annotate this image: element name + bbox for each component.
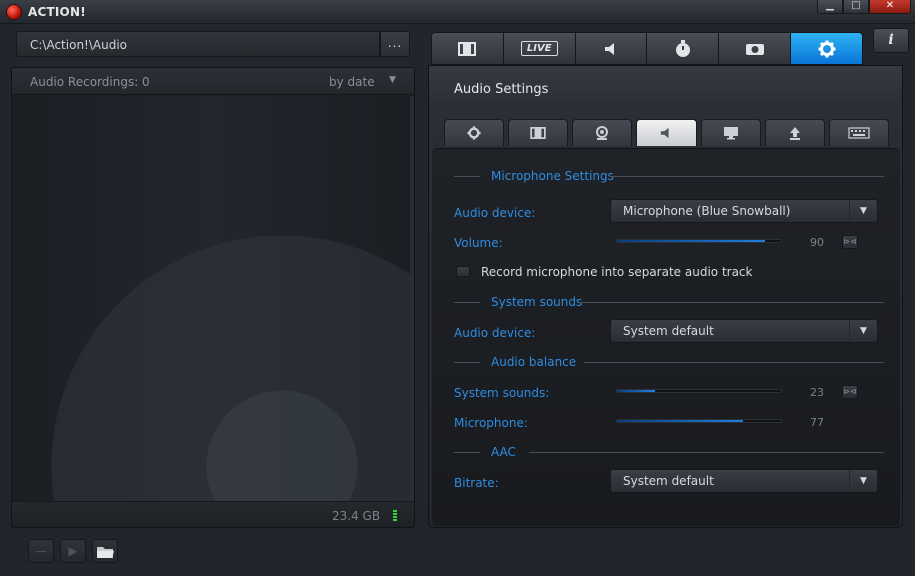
settings-panel: Audio Settings Microphone Settings Audio…: [428, 65, 903, 528]
subtab-video[interactable]: [508, 119, 569, 146]
sort-dropdown[interactable]: by date: [329, 75, 375, 89]
subtab-hotkeys[interactable]: [828, 119, 889, 146]
divider: [579, 302, 884, 303]
balance-system-fill: [617, 390, 655, 392]
recordings-scrollbar[interactable]: [410, 96, 414, 501]
title-bar: ACTION! ▁ □ ✕: [0, 0, 915, 24]
section-title: Microphone Settings: [491, 169, 614, 183]
tab-audio[interactable]: [575, 32, 648, 65]
mic-device-label: Audio device:: [454, 206, 536, 220]
gear-icon: [467, 126, 481, 140]
chevron-down-icon: ▼: [849, 200, 877, 222]
divider: [454, 452, 480, 453]
mic-device-select[interactable]: Microphone (Blue Snowball) ▼: [610, 199, 878, 223]
microphone-section-header: Microphone Settings: [454, 169, 884, 183]
upload-icon: [789, 127, 800, 140]
tab-screenshot[interactable]: [719, 32, 792, 65]
bitrate-select[interactable]: System default ▼: [610, 469, 878, 493]
subtab-display[interactable]: [700, 119, 761, 146]
volume-label: Volume:: [454, 236, 503, 250]
gear-icon: [818, 40, 836, 57]
tab-settings[interactable]: [791, 32, 863, 65]
divider: [584, 362, 884, 363]
aac-section-header: AAC: [454, 445, 884, 459]
recordings-footer: 23.4 GB: [12, 501, 414, 527]
camera-icon: [745, 43, 764, 55]
balance-mic-slider[interactable]: [616, 419, 782, 423]
bitrate-label: Bitrate:: [454, 476, 499, 490]
recordings-header: Audio Recordings: 0 by date ▼: [12, 68, 414, 95]
balance-system-value: 23: [810, 386, 824, 399]
main-tabs: LIVE: [431, 32, 863, 65]
link-icon[interactable]: ⊳⊲: [842, 235, 858, 249]
free-disk-space: 23.4 GB: [332, 509, 381, 523]
stopwatch-icon: [675, 39, 690, 57]
balance-mic-value: 77: [810, 416, 824, 429]
divider: [454, 302, 480, 303]
speaker-icon: [605, 42, 615, 55]
record-separate-label: Record microphone into separate audio tr…: [481, 265, 753, 279]
remove-recording-button[interactable]: —: [28, 539, 54, 563]
live-label: LIVE: [520, 41, 558, 56]
record-separate-checkbox[interactable]: [456, 266, 470, 277]
app-logo-icon: [6, 4, 22, 20]
open-folder-button[interactable]: [92, 539, 118, 563]
mic-device-value: Microphone (Blue Snowball): [623, 204, 791, 218]
divider: [454, 176, 480, 177]
chevron-down-icon: ▼: [849, 470, 877, 492]
divider: [454, 362, 480, 363]
balance-system-label: System sounds:: [454, 386, 550, 400]
monitor-icon: [723, 127, 738, 140]
folder-icon: [97, 547, 114, 558]
section-title: AAC: [491, 445, 516, 459]
section-title: Audio balance: [491, 355, 577, 369]
close-button[interactable]: ✕: [869, 0, 911, 14]
recordings-path-field[interactable]: C:\Action!\Audio: [16, 31, 380, 57]
speaker-icon: [661, 127, 670, 139]
settings-sub-tabs: [444, 119, 889, 146]
link-icon[interactable]: ⊳⊲: [842, 385, 858, 399]
tab-video[interactable]: [431, 32, 504, 65]
film-icon: [458, 41, 477, 56]
maximize-button[interactable]: □: [843, 0, 869, 14]
subtab-audio[interactable]: [636, 119, 697, 146]
app-title: ACTION!: [28, 5, 86, 19]
system-device-value: System default: [623, 324, 714, 338]
balance-mic-label: Microphone:: [454, 416, 528, 430]
keyboard-icon: [848, 127, 870, 139]
chevron-down-icon: ▼: [849, 320, 877, 342]
balance-system-slider[interactable]: [616, 389, 782, 393]
tab-timer[interactable]: [647, 32, 720, 65]
recordings-count: Audio Recordings: 0: [30, 75, 150, 89]
tab-live[interactable]: LIVE: [503, 32, 576, 65]
audio-balance-section-header: Audio balance: [454, 355, 884, 369]
volume-slider[interactable]: [616, 239, 782, 243]
subtab-general[interactable]: [444, 119, 505, 146]
subtab-upload[interactable]: [764, 119, 825, 146]
volume-value: 90: [810, 236, 824, 249]
section-title: System sounds: [491, 295, 583, 309]
divider: [609, 176, 884, 177]
bitrate-value: System default: [623, 474, 714, 488]
subtab-webcam[interactable]: [572, 119, 633, 146]
system-sounds-section-header: System sounds: [454, 295, 884, 309]
browse-folder-button[interactable]: ...: [380, 31, 410, 57]
play-recording-button[interactable]: ▶: [60, 539, 86, 563]
recordings-list[interactable]: [12, 96, 410, 501]
balance-mic-fill: [617, 420, 744, 422]
chevron-down-icon[interactable]: ▼: [389, 75, 396, 85]
film-icon: [530, 127, 546, 139]
audio-settings-body: Microphone Settings Audio device: Microp…: [432, 148, 900, 526]
webcam-icon: [596, 126, 609, 140]
divider: [529, 452, 884, 453]
minimize-button[interactable]: ▁: [817, 0, 843, 14]
recordings-panel: Audio Recordings: 0 by date ▼ 23.4 GB: [11, 67, 415, 528]
system-device-label: Audio device:: [454, 326, 536, 340]
info-button[interactable]: i: [873, 28, 909, 53]
system-device-select[interactable]: System default ▼: [610, 319, 878, 343]
disk-meter-icon: [393, 510, 397, 521]
volume-slider-fill: [617, 240, 765, 242]
settings-title: Audio Settings: [454, 82, 549, 97]
